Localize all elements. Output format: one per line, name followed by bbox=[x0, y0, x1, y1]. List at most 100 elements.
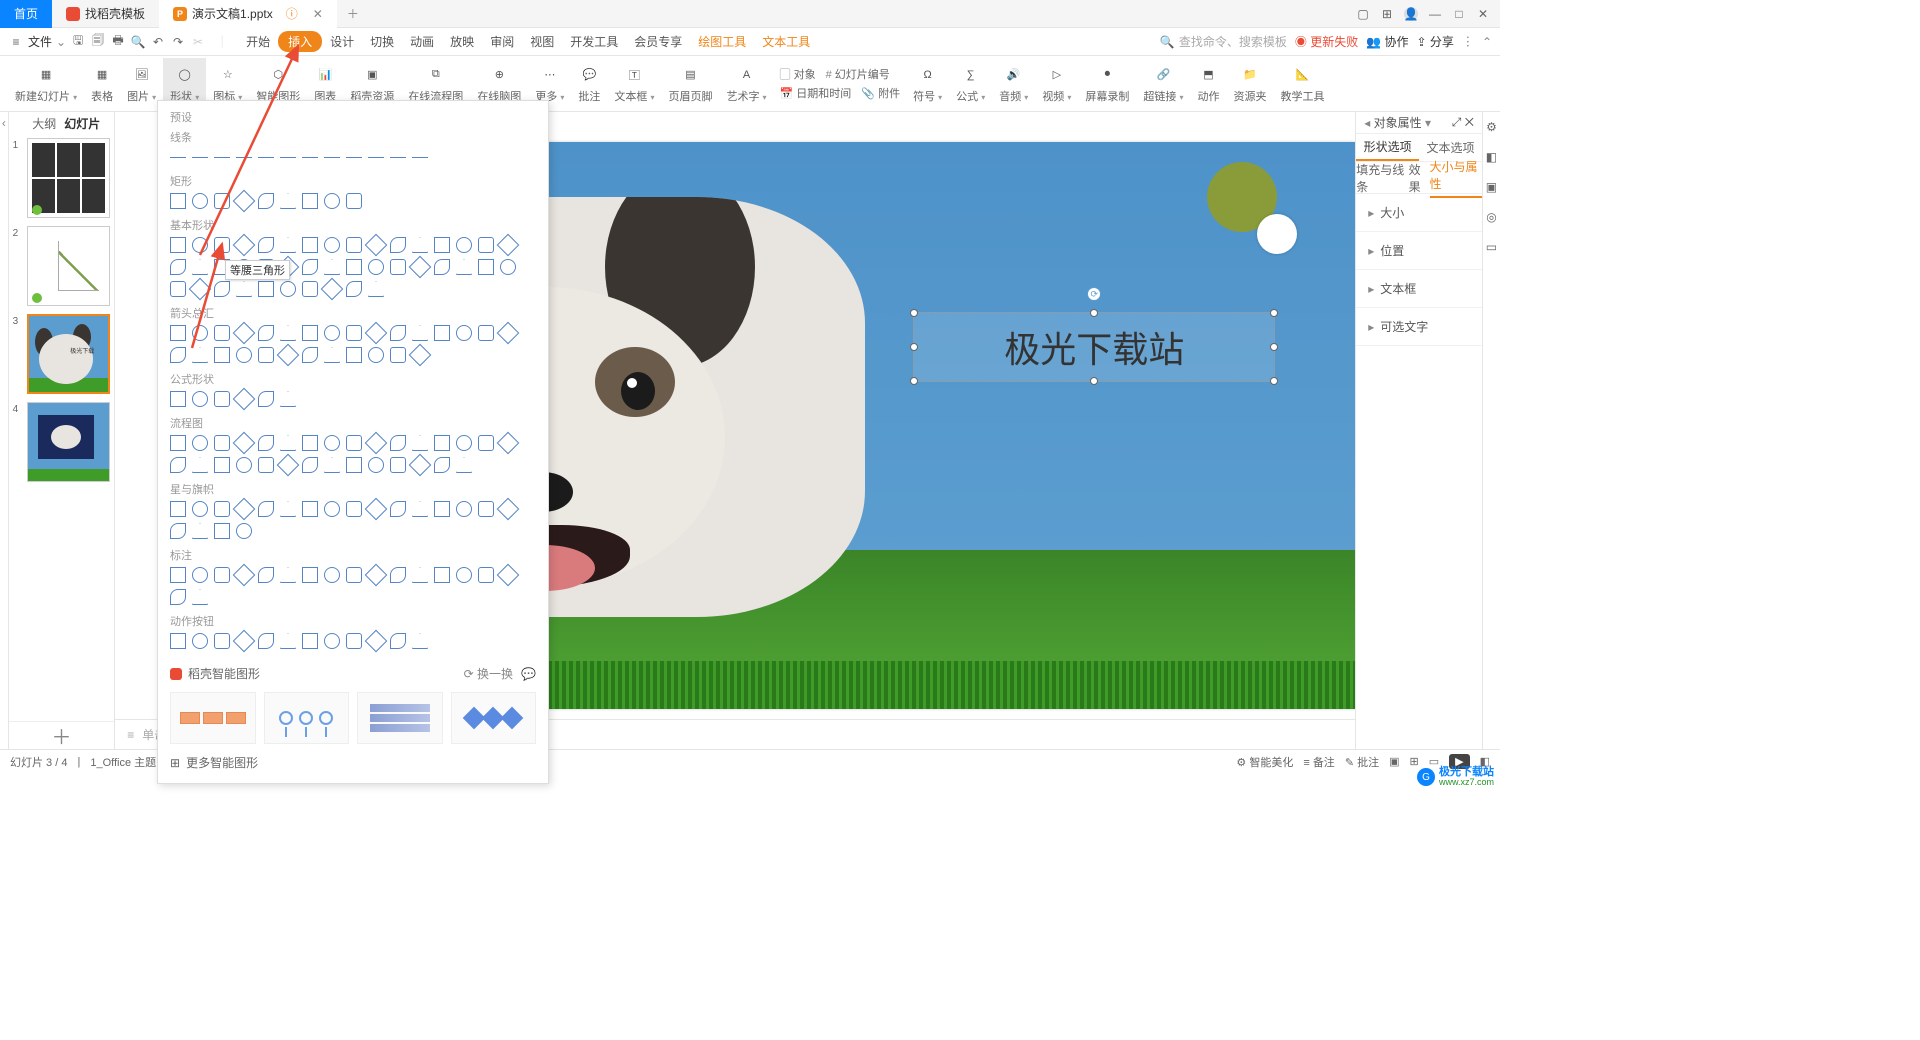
menu-视图[interactable]: 视图 bbox=[522, 33, 562, 50]
shape-item[interactable] bbox=[346, 567, 362, 583]
shape-item[interactable] bbox=[258, 457, 274, 473]
menu-绘图工具[interactable]: 绘图工具 bbox=[690, 33, 754, 50]
shape-item[interactable] bbox=[236, 347, 252, 363]
shape-item[interactable] bbox=[280, 237, 296, 253]
save-icon[interactable]: 🖫 bbox=[70, 34, 86, 50]
shape-item[interactable] bbox=[192, 237, 208, 253]
shape-item[interactable] bbox=[214, 149, 230, 165]
shape-item[interactable] bbox=[214, 501, 230, 517]
shape-item[interactable] bbox=[170, 149, 186, 165]
prop-section-可选文字[interactable]: ▸可选文字 bbox=[1356, 308, 1482, 346]
shape-item[interactable] bbox=[302, 501, 318, 517]
menu-icon[interactable]: ≡ bbox=[8, 34, 24, 50]
shape-item[interactable] bbox=[214, 193, 230, 209]
ribbon-新建幻灯片[interactable]: ▦新建幻灯片 ▾ bbox=[8, 58, 84, 109]
ribbon-屏幕录制[interactable]: ⏺屏幕录制 bbox=[1078, 58, 1136, 109]
rail-book-icon[interactable]: ▭ bbox=[1486, 240, 1497, 254]
shape-item[interactable] bbox=[170, 325, 186, 341]
shape-item[interactable] bbox=[233, 432, 256, 455]
shape-item[interactable] bbox=[170, 633, 186, 649]
shape-item[interactable] bbox=[368, 457, 384, 473]
shape-item[interactable] bbox=[258, 501, 274, 517]
ribbon-资源夹[interactable]: 📁资源夹 bbox=[1226, 58, 1273, 109]
thumbnail-4[interactable]: 4 bbox=[13, 402, 111, 482]
shape-item[interactable] bbox=[170, 567, 186, 583]
rotate-handle[interactable]: ⟳ bbox=[1087, 287, 1101, 301]
template-3[interactable] bbox=[357, 692, 443, 744]
handle-tm[interactable] bbox=[1090, 309, 1098, 317]
textbox-selected[interactable]: ⟳ 极光下载站 bbox=[913, 312, 1275, 382]
shape-item[interactable] bbox=[497, 432, 520, 455]
menu-插入[interactable]: 插入 bbox=[278, 31, 322, 52]
shape-item[interactable] bbox=[302, 193, 318, 209]
shape-item[interactable] bbox=[236, 281, 252, 297]
menu-开发工具[interactable]: 开发工具 bbox=[562, 33, 626, 50]
annotate-button[interactable]: ✎ 批注 bbox=[1345, 754, 1379, 770]
shape-item[interactable] bbox=[456, 259, 472, 275]
ribbon-教学工具[interactable]: 📐教学工具 bbox=[1273, 58, 1331, 109]
saveas-icon[interactable]: 🗐 bbox=[90, 34, 106, 50]
handle-bl[interactable] bbox=[910, 377, 918, 385]
shape-item[interactable] bbox=[170, 391, 186, 407]
shape-item[interactable] bbox=[189, 278, 212, 301]
shape-item[interactable] bbox=[192, 391, 208, 407]
shape-item[interactable] bbox=[324, 347, 340, 363]
preview-icon[interactable]: 🔍 bbox=[130, 34, 146, 50]
shape-item[interactable] bbox=[390, 347, 406, 363]
shape-item[interactable] bbox=[324, 567, 340, 583]
new-tab[interactable]: ＋ bbox=[337, 5, 369, 22]
close-tab-icon[interactable]: ✕ bbox=[313, 7, 323, 21]
menu-开始[interactable]: 开始 bbox=[238, 33, 278, 50]
shape-item[interactable] bbox=[409, 256, 432, 279]
shape-white-circle[interactable] bbox=[1257, 214, 1297, 254]
shape-item[interactable] bbox=[280, 193, 296, 209]
shape-item[interactable] bbox=[236, 149, 252, 165]
shape-item[interactable] bbox=[478, 237, 494, 253]
fill-line-tab[interactable]: 填充与线条 bbox=[1356, 161, 1408, 195]
ribbon-视频[interactable]: ▷视频 ▾ bbox=[1035, 58, 1078, 109]
shape-item[interactable] bbox=[192, 193, 208, 209]
shape-item[interactable] bbox=[214, 347, 230, 363]
shape-item[interactable] bbox=[456, 567, 472, 583]
shape-item[interactable] bbox=[214, 457, 230, 473]
shape-item[interactable] bbox=[170, 259, 186, 275]
shape-item[interactable] bbox=[409, 344, 432, 367]
shape-item[interactable] bbox=[170, 347, 186, 363]
shape-item[interactable] bbox=[233, 498, 256, 521]
prop-section-大小[interactable]: ▸大小 bbox=[1356, 194, 1482, 232]
shape-item[interactable] bbox=[500, 259, 516, 275]
shape-item[interactable] bbox=[192, 501, 208, 517]
menu-文本工具[interactable]: 文本工具 bbox=[754, 33, 818, 50]
shape-item[interactable] bbox=[346, 193, 362, 209]
shape-item[interactable] bbox=[324, 633, 340, 649]
menu-会员专享[interactable]: 会员专享 bbox=[626, 33, 690, 50]
shape-item[interactable] bbox=[236, 523, 252, 539]
shape-item[interactable] bbox=[236, 457, 252, 473]
shape-item[interactable] bbox=[280, 391, 296, 407]
prop-section-位置[interactable]: ▸位置 bbox=[1356, 232, 1482, 270]
tab-templates[interactable]: 找稻壳模板 bbox=[52, 0, 159, 28]
undo-icon[interactable]: ↶ bbox=[150, 34, 166, 50]
shape-item[interactable] bbox=[302, 435, 318, 451]
shape-item[interactable] bbox=[412, 149, 428, 165]
shape-item[interactable] bbox=[302, 237, 318, 253]
prop-section-文本框[interactable]: ▸文本框 bbox=[1356, 270, 1482, 308]
notes-button[interactable]: ≡ 备注 bbox=[1303, 754, 1334, 770]
rail-template-icon[interactable]: ▣ bbox=[1486, 180, 1497, 194]
shape-item[interactable] bbox=[233, 234, 256, 257]
ribbon-批注[interactable]: 💬批注 bbox=[571, 58, 607, 109]
shape-item[interactable] bbox=[434, 567, 450, 583]
shape-item[interactable] bbox=[456, 435, 472, 451]
shape-item[interactable] bbox=[258, 391, 274, 407]
shape-item[interactable] bbox=[258, 237, 274, 253]
shape-item[interactable] bbox=[365, 234, 388, 257]
swap-button[interactable]: ⟳ 换一换 bbox=[464, 665, 513, 682]
handle-tr[interactable] bbox=[1270, 309, 1278, 317]
shape-item[interactable] bbox=[324, 149, 340, 165]
shape-item[interactable] bbox=[233, 388, 256, 411]
shape-item[interactable] bbox=[192, 347, 208, 363]
outline-rail[interactable]: ‹ bbox=[0, 112, 9, 749]
shape-item[interactable] bbox=[412, 435, 428, 451]
shape-item[interactable] bbox=[214, 523, 230, 539]
shape-item[interactable] bbox=[346, 149, 362, 165]
